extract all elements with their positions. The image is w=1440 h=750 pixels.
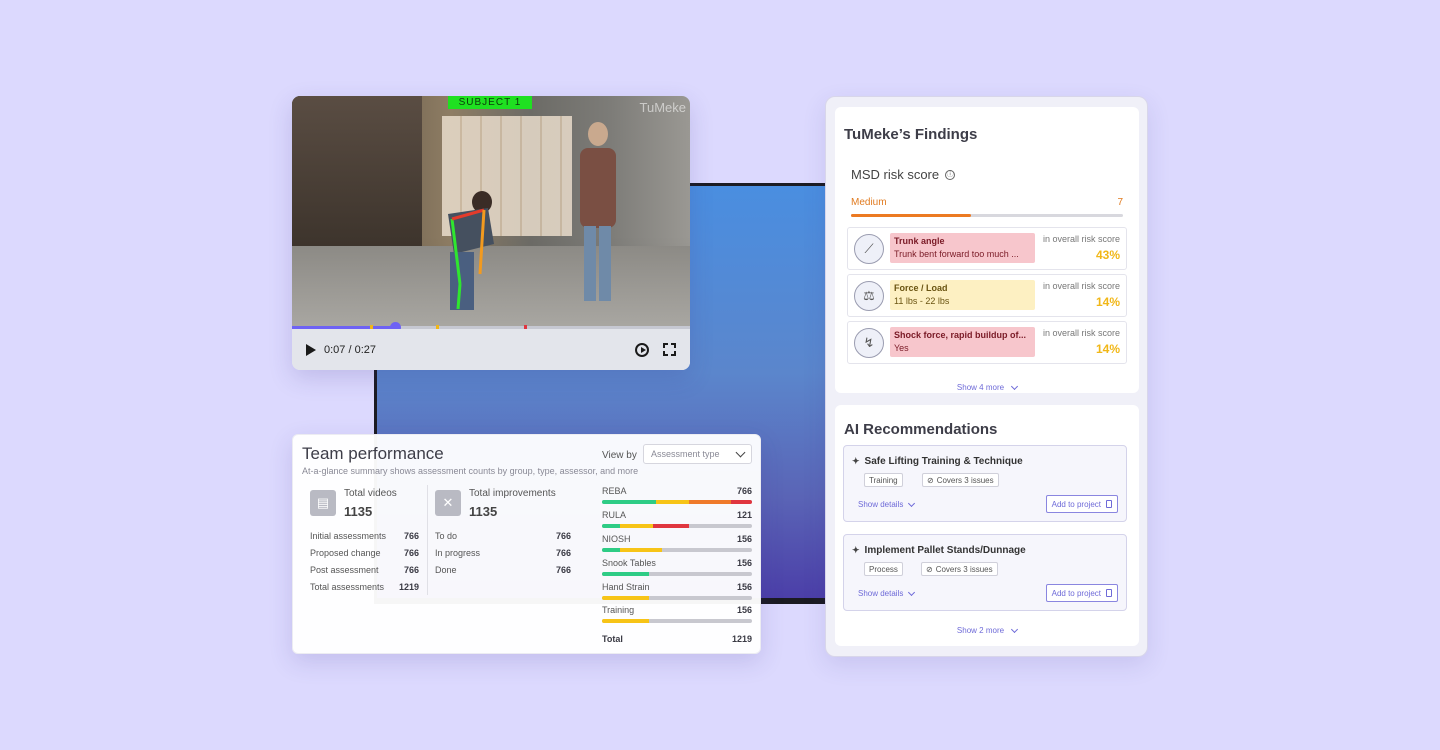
kettlebell-icon: ⚖ xyxy=(854,281,884,311)
finding-percent: 14% xyxy=(1095,295,1120,309)
msd-risk-label: MSD risk score ⓘ xyxy=(851,167,956,182)
finding-item[interactable]: ↯ Shock force, rapid buildup of... Yes i… xyxy=(847,321,1127,364)
issues-chip: ⊘ Covers 3 issues xyxy=(922,473,999,487)
coworker-figure xyxy=(580,122,616,301)
findings-panel: TuMeke’s Findings MSD risk score ⓘ Mediu… xyxy=(825,96,1148,657)
add-to-project-button[interactable]: Add to project xyxy=(1045,495,1118,513)
risk-level: Medium xyxy=(851,197,887,208)
category-chip: Training xyxy=(864,473,903,487)
video-time: 0:07 / 0:27 xyxy=(324,343,376,356)
finding-note: in overall risk score xyxy=(1042,234,1120,244)
finding-percent: 14% xyxy=(1095,342,1120,356)
column-divider xyxy=(427,485,428,595)
document-icon xyxy=(1106,589,1112,597)
recommendation-card: ✦ Safe Lifting Training & Technique Train… xyxy=(843,445,1127,522)
add-to-project-button[interactable]: Add to project xyxy=(1045,584,1118,602)
stat-row: Initial assessments 766 xyxy=(310,531,419,541)
stat-row: Total assessments 1219 xyxy=(310,582,419,592)
assessment-bar: Snook Tables 156 xyxy=(602,558,752,576)
assessment-bar: RULA 121 xyxy=(602,510,752,528)
worker-figure xyxy=(448,191,494,310)
risk-score-bar xyxy=(851,214,1123,217)
stat-row: Post assessment 766 xyxy=(310,565,419,575)
total-videos-label: Total videos xyxy=(344,488,397,499)
stat-row: Proposed change 766 xyxy=(310,548,419,558)
chevron-down-icon xyxy=(1011,382,1019,390)
chevron-down-icon xyxy=(908,499,916,507)
finding-item[interactable]: ⚖ Force / Load 11 lbs - 22 lbs in overal… xyxy=(847,274,1127,317)
total-videos-value: 1135 xyxy=(344,504,373,519)
chevron-down-icon xyxy=(1011,625,1019,633)
finding-tag: Trunk angle Trunk bent forward too much … xyxy=(890,233,1035,263)
show-details-link[interactable]: Show details xyxy=(858,588,916,598)
stat-row: Done 766 xyxy=(435,565,571,575)
playback-speed-icon[interactable] xyxy=(635,342,649,357)
show-more-findings[interactable]: Show 4 more xyxy=(835,382,1139,392)
total-row: Total 1219 xyxy=(602,634,752,644)
view-by-label: View by xyxy=(602,450,637,461)
finding-item[interactable]: ⟋ Trunk angle Trunk bent forward too muc… xyxy=(847,227,1127,270)
info-icon[interactable]: ⓘ xyxy=(945,169,956,180)
team-performance-subtitle: At-a-glance summary shows assessment cou… xyxy=(302,466,639,476)
recommendations-title: AI Recommendations xyxy=(844,421,998,438)
video-controls: 0:07 / 0:27 xyxy=(292,329,690,370)
finding-percent: 43% xyxy=(1095,248,1120,262)
video-icon: ▤ xyxy=(310,490,336,516)
findings-title: TuMeke’s Findings xyxy=(844,126,978,143)
play-icon[interactable] xyxy=(306,343,316,356)
assessment-bar: REBA 766 xyxy=(602,486,752,504)
video-frame[interactable]: SUBJECT 1 TuMeke xyxy=(292,96,690,328)
finding-tag: Shock force, rapid buildup of... Yes xyxy=(890,327,1035,357)
warehouse-shelf xyxy=(292,96,422,246)
risk-score-fill xyxy=(851,214,971,217)
finding-note: in overall risk score xyxy=(1042,328,1120,338)
chevron-down-icon xyxy=(735,447,746,457)
view-by-value: Assessment type xyxy=(651,449,720,459)
risk-value: 7 xyxy=(1117,197,1123,208)
watermark-logo: TuMeke xyxy=(639,100,686,115)
assessment-bar: NIOSH 156 xyxy=(602,534,752,552)
stat-row: To do 766 xyxy=(435,531,571,541)
team-performance-title: Team performance xyxy=(302,444,444,463)
sparkle-icon: ✦ xyxy=(852,545,860,555)
category-chip: Process xyxy=(864,562,903,576)
document-icon xyxy=(1106,500,1112,508)
sparkle-icon: ✦ xyxy=(852,456,860,466)
assessment-bar: Hand Strain 156 xyxy=(602,582,752,600)
finding-note: in overall risk score xyxy=(1042,281,1120,291)
fullscreen-icon[interactable] xyxy=(663,343,676,356)
show-more-recommendations[interactable]: Show 2 more xyxy=(835,625,1139,635)
team-performance-card: Team performance At-a-glance summary sho… xyxy=(292,434,761,654)
total-improvements-label: Total improvements xyxy=(469,488,556,499)
recommendations-box: AI Recommendations ✦ Safe Lifting Trainin… xyxy=(835,405,1139,646)
finding-tag: Force / Load 11 lbs - 22 lbs xyxy=(890,280,1035,310)
view-by-select[interactable]: Assessment type xyxy=(643,444,752,464)
recommendation-card: ✦ Implement Pallet Stands/Dunnage Process… xyxy=(843,534,1127,611)
issues-chip: ⊘ Covers 3 issues xyxy=(921,562,998,576)
assessment-bar: Training 156 xyxy=(602,605,752,623)
shock-force-icon: ↯ xyxy=(854,328,884,358)
tools-icon: ✕ xyxy=(435,490,461,516)
chevron-down-icon xyxy=(908,588,916,596)
trunk-angle-icon: ⟋ xyxy=(854,234,884,264)
subject-tag: SUBJECT 1 xyxy=(448,96,532,109)
risk-level-row: Medium 7 xyxy=(851,197,1123,208)
stat-row: In progress 766 xyxy=(435,548,571,558)
video-player: SUBJECT 1 TuMeke 0:07 / 0:27 xyxy=(292,96,690,370)
show-details-link[interactable]: Show details xyxy=(858,499,916,509)
findings-box: TuMeke’s Findings MSD risk score ⓘ Mediu… xyxy=(835,107,1139,393)
total-improvements-value: 1135 xyxy=(469,504,498,519)
